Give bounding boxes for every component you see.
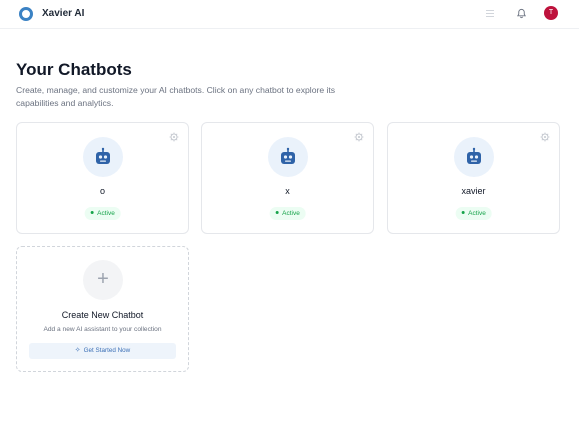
gear-icon[interactable] bbox=[169, 132, 179, 142]
gear-icon[interactable] bbox=[540, 132, 550, 142]
plus-icon[interactable]: + bbox=[83, 260, 123, 300]
status-label: Active bbox=[468, 210, 486, 217]
create-chatbot-card[interactable]: + Create New Chatbot Add a new AI assist… bbox=[16, 246, 189, 372]
status-label: Active bbox=[97, 210, 115, 217]
status-badge: Active bbox=[455, 207, 492, 220]
bot-icon bbox=[466, 147, 481, 164]
app-title: Xavier AI bbox=[42, 8, 85, 19]
bot-icon bbox=[95, 147, 110, 164]
status-dot-icon bbox=[461, 210, 465, 214]
bot-icon bbox=[280, 147, 295, 164]
get-started-label: Get Started Now bbox=[83, 347, 131, 354]
status-dot-icon bbox=[275, 210, 279, 214]
status-badge: Active bbox=[84, 207, 121, 220]
bot-avatar bbox=[453, 137, 494, 177]
page-title: Your Chatbots bbox=[16, 60, 132, 79]
status-badge: Active bbox=[269, 207, 306, 220]
chatbot-name: x bbox=[285, 186, 290, 196]
chatbot-name: o bbox=[99, 186, 105, 196]
bot-avatar bbox=[82, 137, 123, 177]
chatbot-name: xavier bbox=[461, 186, 486, 196]
chatbot-card-o[interactable]: o Active bbox=[16, 122, 189, 234]
create-chatbot-title: Create New Chatbot bbox=[61, 310, 144, 320]
page-subtitle: Create, manage, and customize your AI ch… bbox=[16, 85, 336, 108]
bell-icon[interactable] bbox=[516, 8, 527, 19]
chatbot-card-xavier[interactable]: xavier Active bbox=[387, 122, 560, 234]
menu-icon[interactable] bbox=[486, 8, 494, 18]
bot-avatar bbox=[267, 137, 308, 177]
gear-icon[interactable] bbox=[354, 132, 364, 142]
chatbot-card-x[interactable]: x Active bbox=[201, 122, 374, 234]
get-started-button[interactable]: ✧ Get Started Now bbox=[29, 343, 176, 359]
top-header: Xavier AI T bbox=[0, 0, 579, 29]
sparkle-icon: ✧ bbox=[74, 347, 81, 354]
avatar[interactable]: T bbox=[544, 6, 558, 20]
logo-icon[interactable] bbox=[19, 7, 33, 21]
status-label: Active bbox=[282, 210, 300, 217]
status-dot-icon bbox=[90, 210, 94, 214]
create-chatbot-subtitle: Add a new AI assistant to your collectio… bbox=[43, 326, 162, 333]
